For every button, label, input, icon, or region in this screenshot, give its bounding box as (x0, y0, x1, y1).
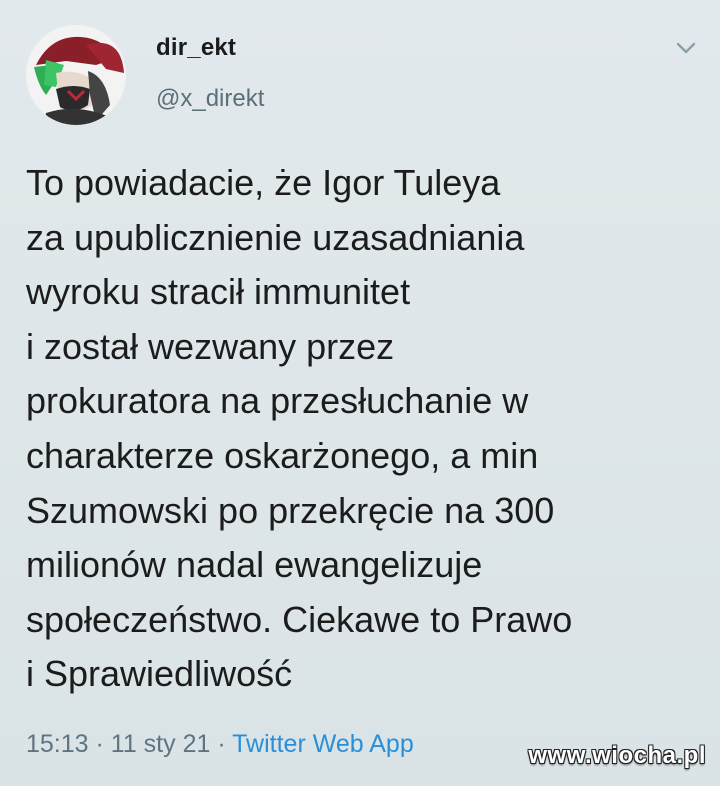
tweet-line: i Sprawiedliwość (26, 653, 293, 695)
tweet-line: i został wezwany przez (26, 325, 395, 367)
tweet-line: wyroku stracił immunitet (26, 271, 411, 313)
meta-separator: · (88, 730, 111, 758)
tweet-line: charakterze oskarżonego, a min (26, 434, 539, 476)
tweet-line: Szumowski po przekręcie na 300 (26, 489, 555, 531)
tweet-text: To powiadacie, że Igor Tuleya za upublic… (26, 156, 706, 702)
tweet-line: za upublicznienie uzasadniania (26, 216, 525, 258)
tweet-source-link[interactable]: Twitter Web App (232, 730, 414, 758)
tweet-card: dir_ekt @x_direkt To powiadacie, że Igor… (0, 0, 720, 786)
tweet-line: milionów nadal ewangelizuje (26, 544, 483, 586)
chevron-down-icon[interactable] (674, 38, 698, 58)
tweet-line: To powiadacie, że Igor Tuleya (26, 162, 501, 203)
avatar[interactable] (26, 25, 126, 125)
tweet-line: społeczeństwo. Ciekawe to Prawo (26, 598, 573, 640)
watermark: www.wiocha.pl (528, 742, 706, 769)
tweet-date[interactable]: 11 sty 21 (111, 730, 211, 758)
avatar-icon (26, 25, 126, 125)
user-handle[interactable]: @x_direkt (156, 85, 264, 113)
tweet-time[interactable]: 15:13 (26, 730, 89, 758)
meta-separator: · (210, 730, 233, 758)
display-name[interactable]: dir_ekt (156, 34, 236, 62)
tweet-line: prokuratora na przesłuchanie w (26, 380, 529, 422)
tweet-meta: 15:13 · 11 sty 21 · Twitter Web App (26, 730, 414, 759)
